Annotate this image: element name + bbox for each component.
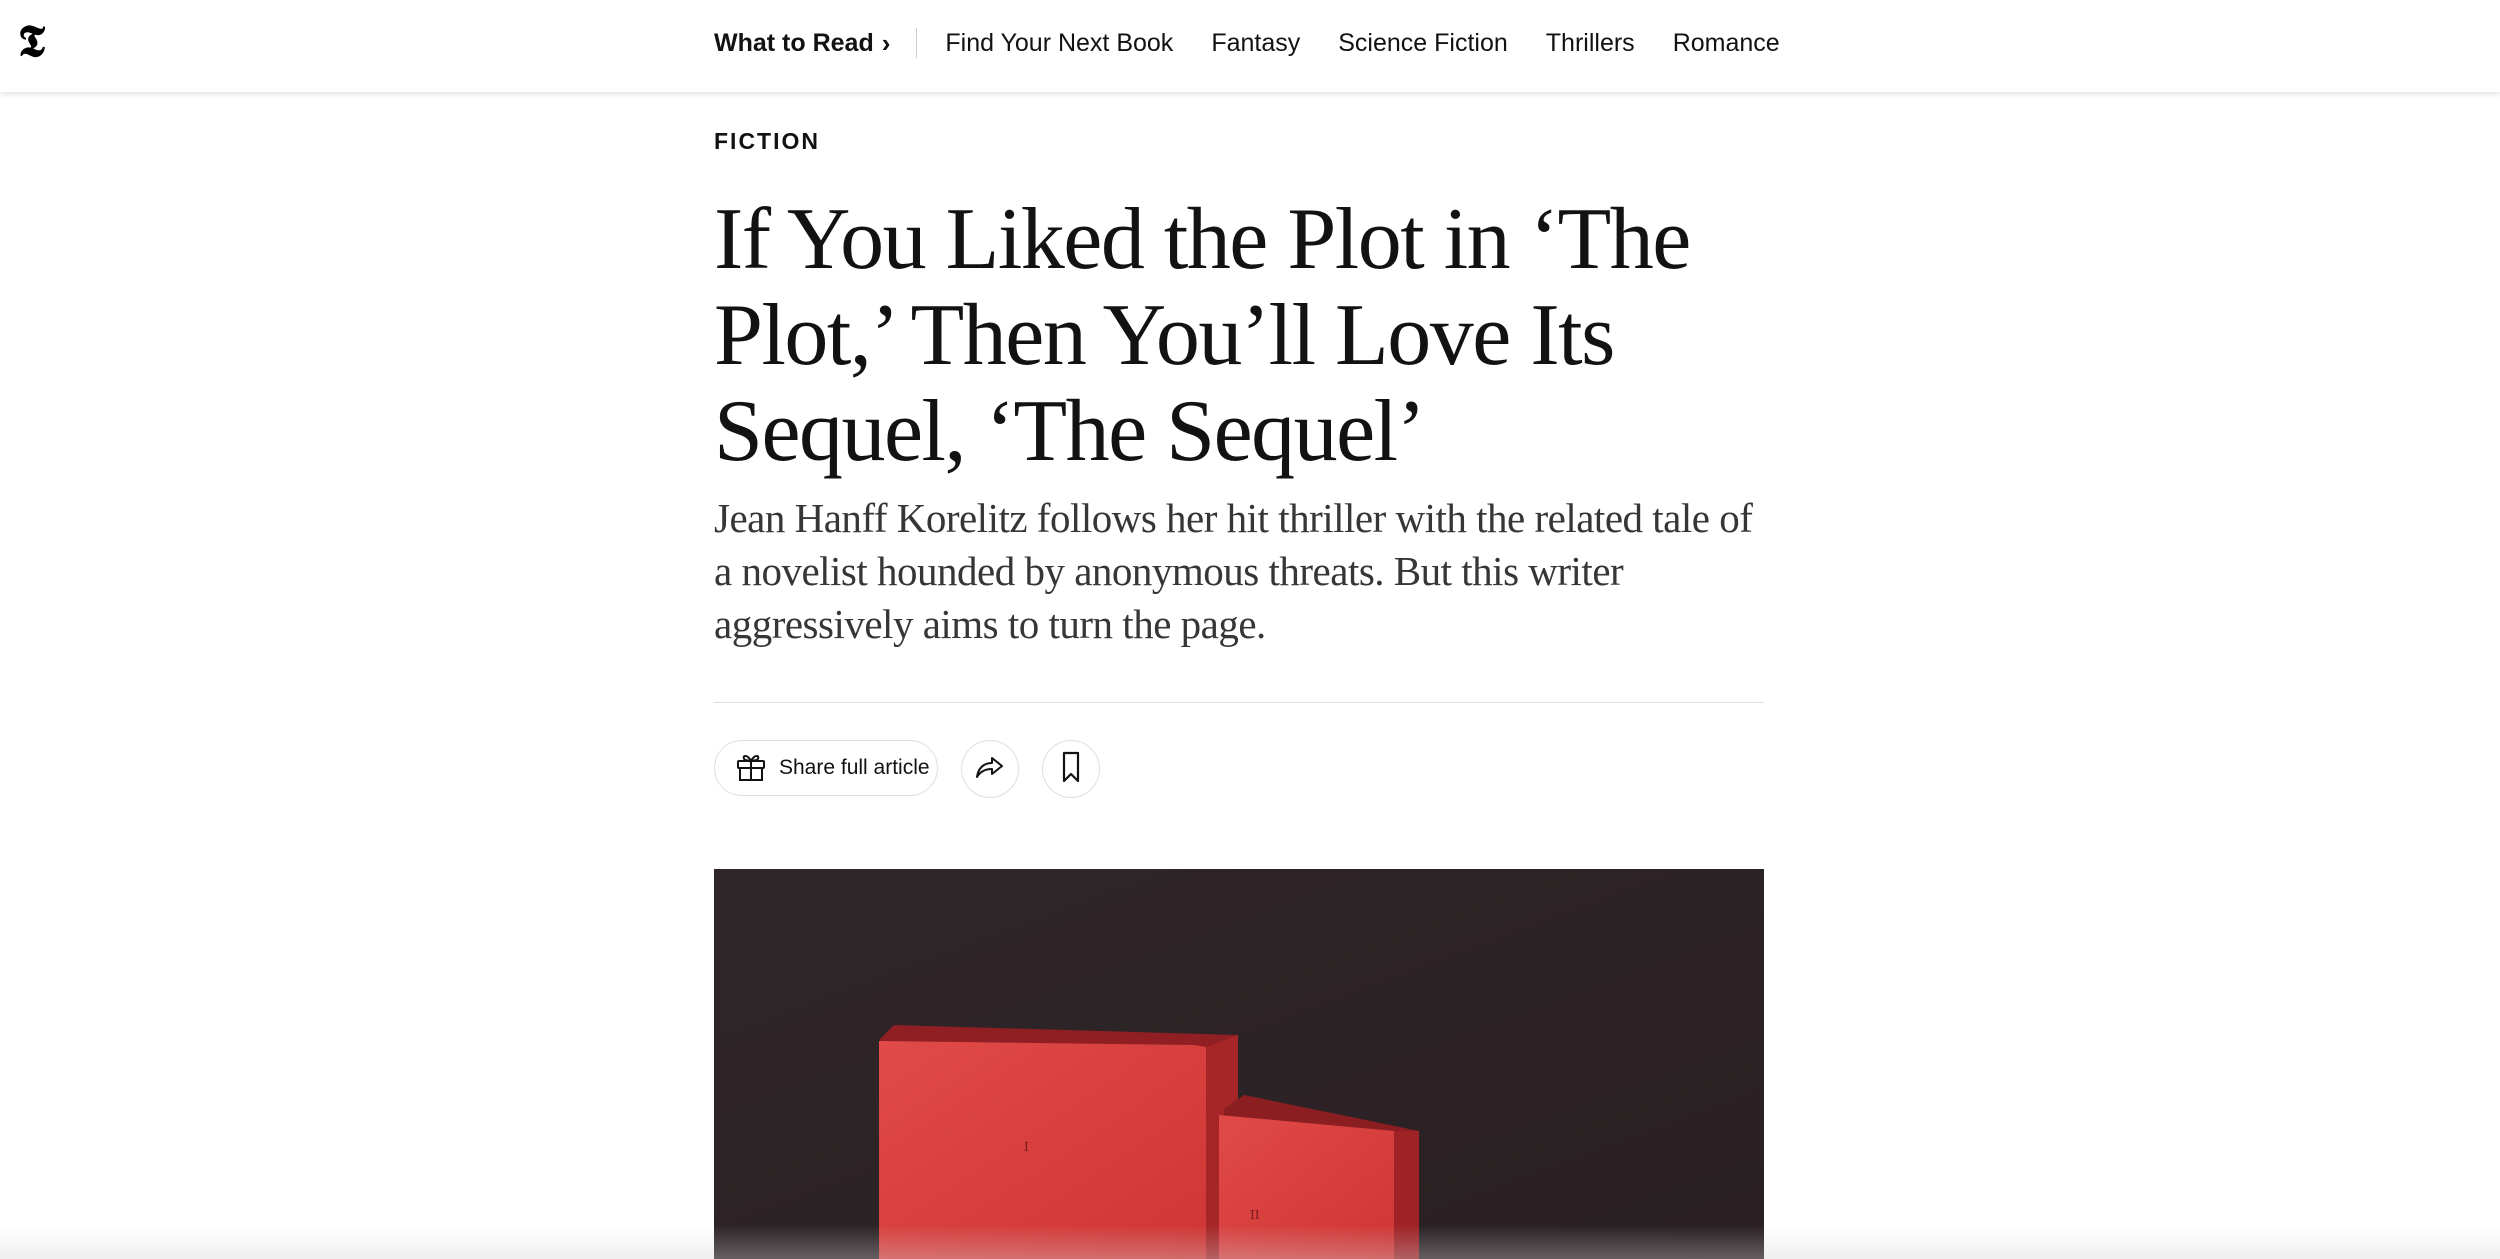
- nav-link-fantasy[interactable]: Fantasy: [1211, 29, 1300, 58]
- large-book: [879, 1041, 1206, 1259]
- nyt-logo-icon[interactable]: 𝕿: [18, 16, 58, 67]
- bookmark-icon: [1056, 750, 1086, 789]
- share-arrow-icon: [972, 749, 1008, 790]
- large-book-mark: I: [1024, 1140, 1029, 1154]
- nav-link-find-your-next-book[interactable]: Find Your Next Book: [945, 29, 1173, 58]
- gift-icon: [733, 748, 769, 789]
- svg-text:𝕿: 𝕿: [18, 16, 46, 64]
- nav-divider: [916, 28, 918, 58]
- top-navigation-bar: 𝕿 What to Read › Find Your Next Book Fan…: [0, 0, 2500, 92]
- header-divider: [714, 702, 1764, 703]
- small-book: [1219, 1115, 1394, 1259]
- nav-link-thrillers[interactable]: Thrillers: [1546, 29, 1635, 58]
- small-book-mark: II: [1250, 1208, 1260, 1222]
- chevron-right-icon: ›: [881, 27, 891, 58]
- section-nav: What to Read › Find Your Next Book Fanta…: [714, 0, 1818, 86]
- hero-image: I II: [714, 869, 1764, 1259]
- section-label: What to Read: [714, 28, 874, 57]
- books-illustration: I II: [714, 869, 1764, 1259]
- article-summary: Jean Hanff Korelitz follows her hit thri…: [714, 495, 1753, 647]
- section-what-to-read[interactable]: What to Read ›: [714, 28, 890, 59]
- nav-link-science-fiction[interactable]: Science Fiction: [1338, 29, 1508, 58]
- save-button[interactable]: [1042, 740, 1100, 798]
- share-button[interactable]: [961, 740, 1019, 798]
- article-kicker[interactable]: FICTION: [714, 128, 820, 155]
- nav-link-romance[interactable]: Romance: [1673, 29, 1780, 58]
- share-full-article-button[interactable]: Share full article: [714, 740, 938, 796]
- article-headline: If You Liked the Plot in ‘The Plot,’ The…: [714, 191, 1691, 480]
- share-full-article-label: Share full article: [779, 756, 930, 779]
